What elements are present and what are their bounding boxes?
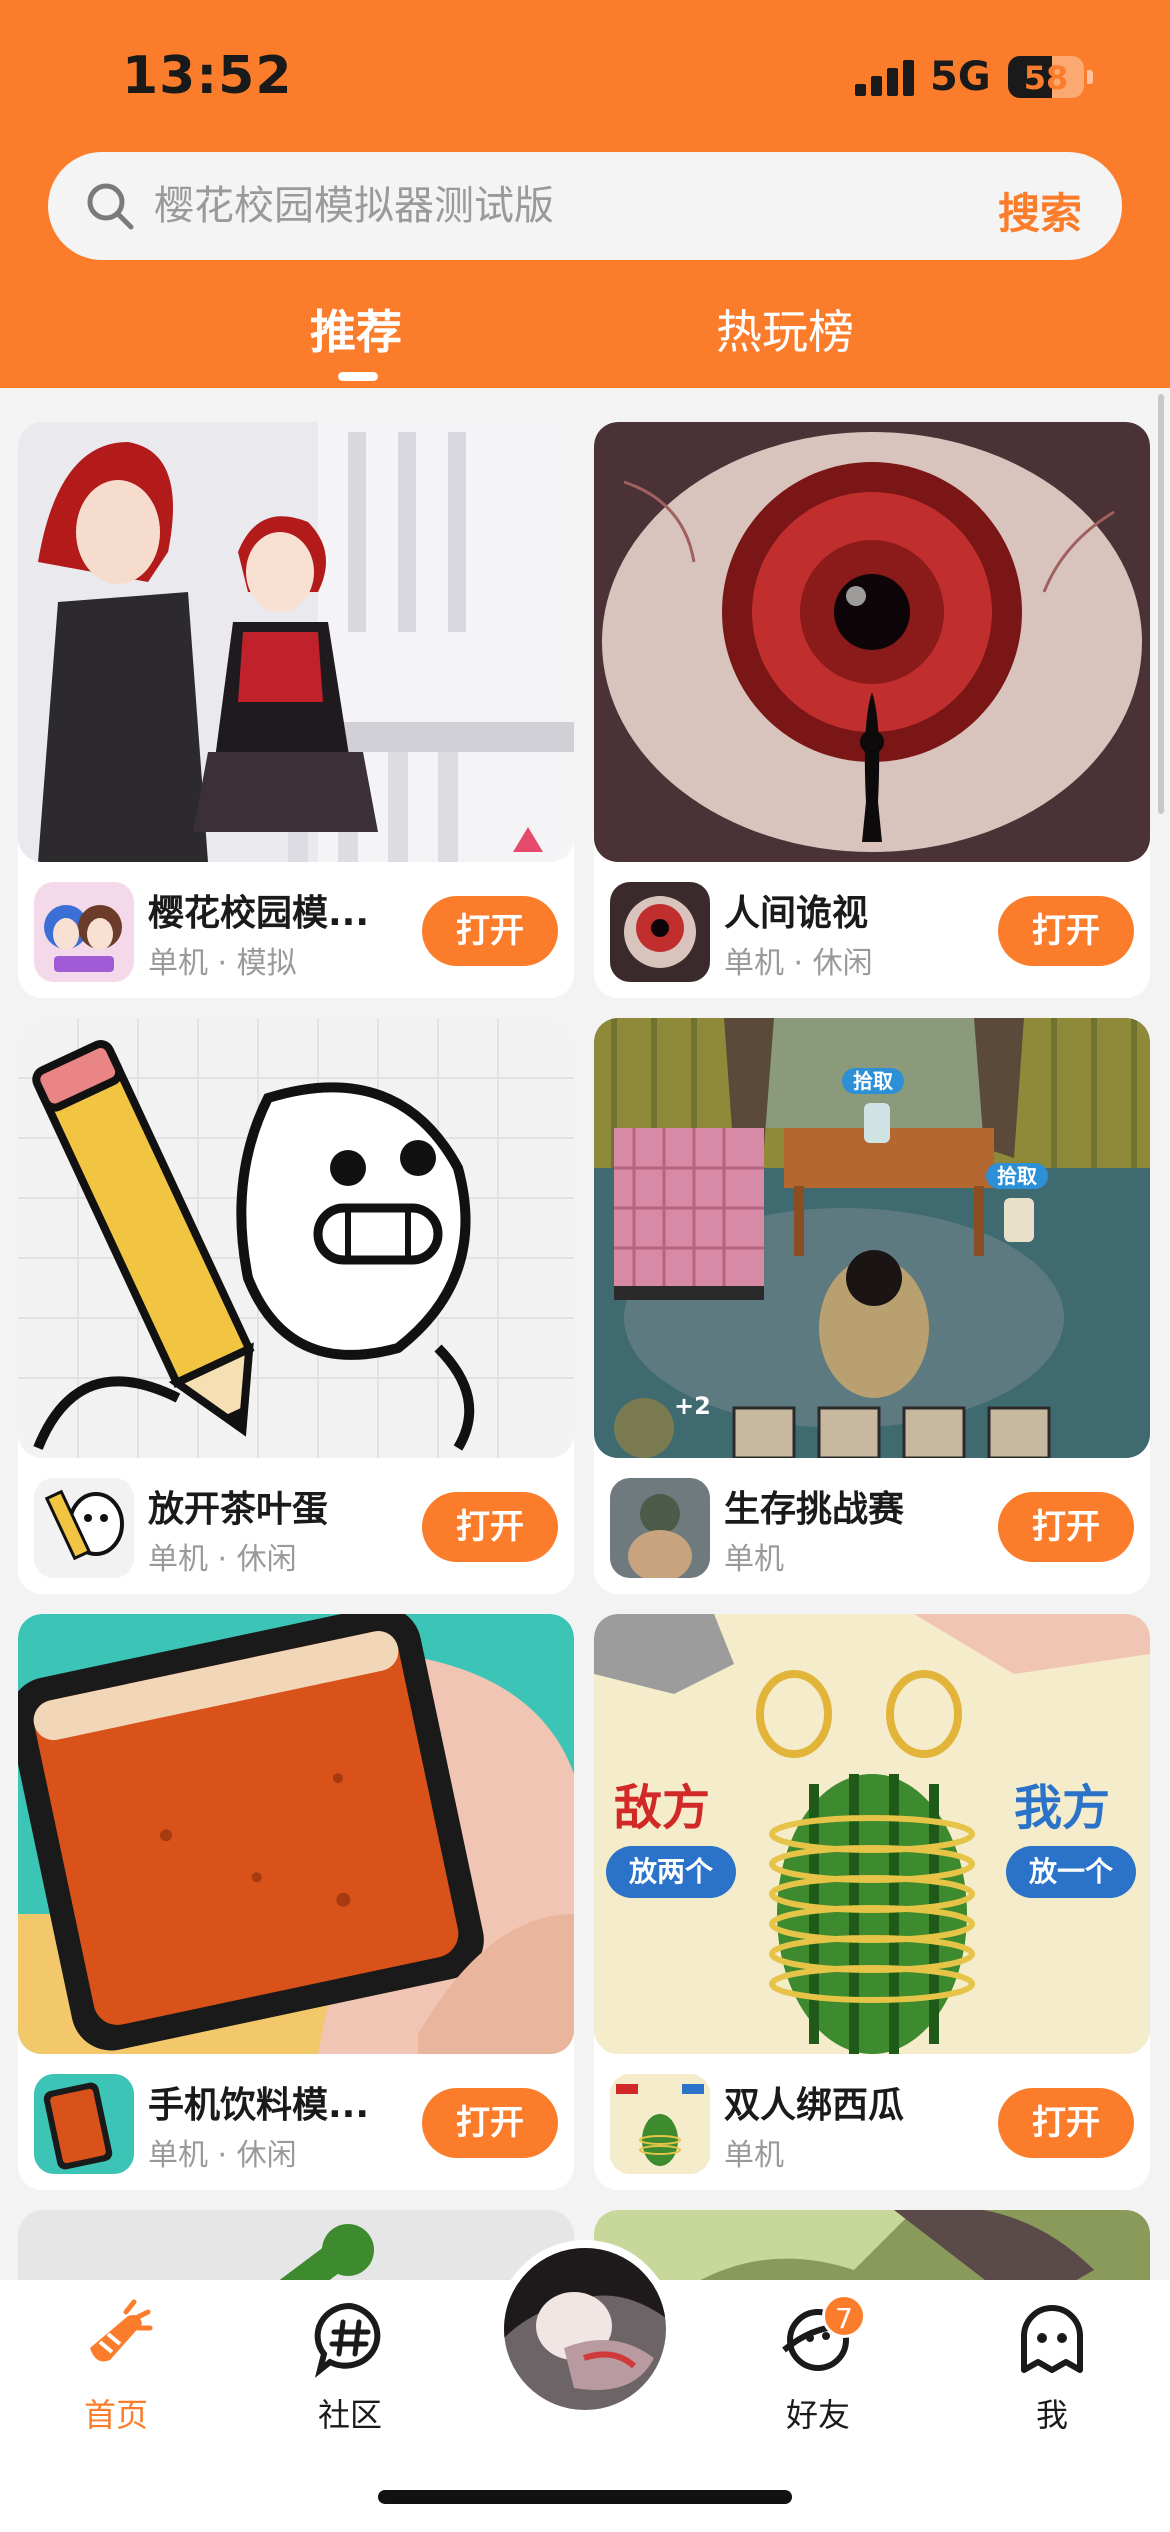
app-root: 13:52 5G 58 搜索 推荐 热玩榜	[0, 0, 1170, 2532]
search-button[interactable]: 搜索	[998, 180, 1082, 241]
game-feed[interactable]: 樱花校园模... 单机 · 模拟 打开 人间诡视 单机 · 休闲 打开 放开茶叶…	[0, 388, 1170, 2280]
enemy-label: 敌方	[614, 1780, 710, 1836]
game-name: 樱花校园模...	[148, 893, 370, 934]
header: 13:52 5G 58 搜索 推荐 热玩榜	[0, 0, 1170, 388]
nav-home[interactable]: 首页	[36, 2298, 196, 2436]
tab-hot-ranking[interactable]: 热玩榜	[716, 296, 854, 362]
us-place-button[interactable]: 放一个	[1028, 1855, 1114, 1888]
nav-friends[interactable]: 好友	[738, 2298, 898, 2436]
signal-icon	[855, 60, 917, 96]
game-tags: 单机 · 休闲	[724, 946, 873, 981]
open-button[interactable]: 打开	[998, 1492, 1134, 1562]
game-thumbnail[interactable]	[18, 422, 574, 862]
enemy-place-button[interactable]: 放两个	[628, 1855, 714, 1888]
game-name: 人间诡视	[724, 893, 869, 934]
game-card[interactable]	[18, 2210, 574, 2280]
game-tags: 单机	[724, 2138, 784, 2173]
nav-community-label: 社区	[317, 2396, 382, 2434]
status-bar: 13:52 5G 58	[0, 0, 1170, 150]
nav-friends-label: 好友	[785, 2396, 850, 2434]
game-thumbnail[interactable]: 拾取 拾取 +2	[594, 1018, 1150, 1458]
center-avatar-button[interactable]	[496, 2240, 674, 2418]
game-thumbnail[interactable]	[594, 422, 1150, 862]
search-input[interactable]	[154, 176, 954, 236]
open-button[interactable]: 打开	[998, 2088, 1134, 2158]
battery-tip	[1087, 70, 1093, 84]
community-icon	[314, 2302, 381, 2378]
search-bar[interactable]: 搜索	[48, 152, 1122, 260]
game-card[interactable]: 放开茶叶蛋 单机 · 休闲 打开	[18, 1018, 574, 1594]
open-button[interactable]: 打开	[998, 896, 1134, 966]
game-name: 手机饮料模...	[148, 2085, 370, 2126]
pickup-label-2[interactable]: 拾取	[997, 1164, 1037, 1188]
ghost-icon	[1021, 2305, 1083, 2373]
scrollbar[interactable]	[1158, 394, 1164, 814]
game-thumbnail[interactable]	[18, 1018, 574, 1458]
home-icon	[90, 2299, 153, 2362]
app-icon[interactable]	[610, 1478, 710, 1578]
tab-recommend[interactable]: 推荐	[310, 296, 402, 362]
nav-me[interactable]: 我	[972, 2298, 1132, 2436]
status-time: 13:52	[122, 46, 293, 106]
game-card[interactable]: 敌方 我方 放两个 放一个 双人绑西瓜 单机 打开	[594, 1614, 1150, 2190]
avatar	[504, 2248, 666, 2410]
game-tags: 单机 · 模拟	[148, 946, 297, 981]
tab-indicator	[338, 372, 378, 381]
game-name: 生存挑战赛	[724, 1489, 905, 1530]
plus-label: +2	[674, 1392, 711, 1420]
game-thumbnail[interactable]	[18, 1614, 574, 2054]
friends-badge: 7	[822, 2294, 866, 2338]
battery-icon: 58	[1008, 56, 1084, 98]
app-icon[interactable]	[34, 882, 134, 982]
open-button[interactable]: 打开	[422, 1492, 558, 1562]
game-thumbnail[interactable]: 敌方 我方 放两个 放一个	[594, 1614, 1150, 2054]
nav-community[interactable]: 社区	[270, 2298, 430, 2436]
game-card[interactable]: 拾取 拾取 +2 生存挑战赛 单机 打开	[594, 1018, 1150, 1594]
game-card[interactable]: 樱花校园模... 单机 · 模拟 打开	[18, 422, 574, 998]
game-name: 双人绑西瓜	[724, 2085, 905, 2126]
nav-me-label: 我	[1035, 2396, 1068, 2434]
game-card[interactable]: 人间诡视 单机 · 休闲 打开	[594, 422, 1150, 998]
battery-level: 58	[1023, 59, 1069, 97]
game-tags: 单机 · 休闲	[148, 2138, 297, 2173]
app-icon[interactable]	[34, 1478, 134, 1578]
game-thumbnail[interactable]	[594, 2210, 1150, 2280]
game-name: 放开茶叶蛋	[148, 1489, 329, 1530]
nav-home-label: 首页	[83, 2396, 148, 2434]
network-label: 5G	[930, 54, 991, 100]
open-button[interactable]: 打开	[422, 896, 558, 966]
tab-bar: 推荐 热玩榜	[0, 296, 1170, 388]
search-icon	[87, 183, 134, 230]
open-button[interactable]: 打开	[422, 2088, 558, 2158]
game-card[interactable]	[594, 2210, 1150, 2280]
app-icon[interactable]	[610, 2074, 710, 2174]
home-indicator[interactable]	[378, 2490, 792, 2504]
game-tags: 单机	[724, 1542, 784, 1577]
us-label: 我方	[1014, 1780, 1110, 1836]
game-thumbnail[interactable]	[18, 2210, 574, 2280]
game-tags: 单机 · 休闲	[148, 1542, 297, 1577]
app-icon[interactable]	[34, 2074, 134, 2174]
app-icon[interactable]	[610, 882, 710, 982]
pickup-label-1[interactable]: 拾取	[853, 1069, 893, 1093]
game-card[interactable]: 手机饮料模... 单机 · 休闲 打开	[18, 1614, 574, 2190]
